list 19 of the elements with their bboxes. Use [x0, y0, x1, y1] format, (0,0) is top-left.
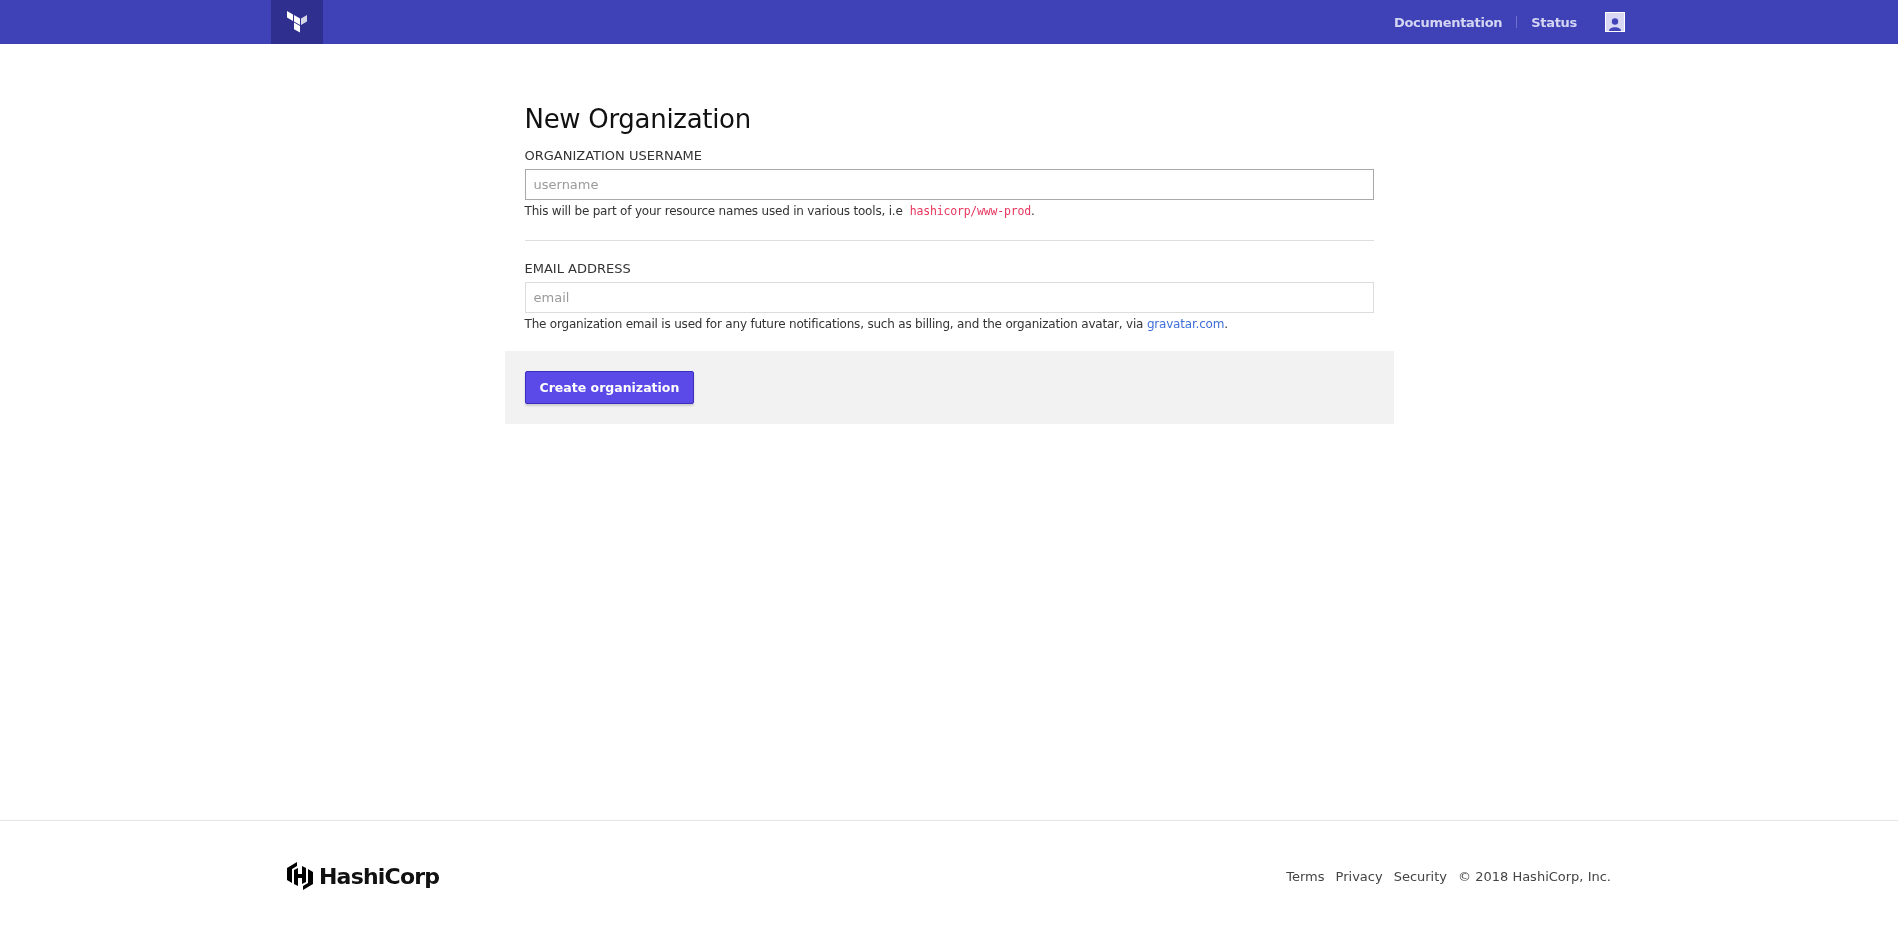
nav-link[interactable]: Documentation [1394, 14, 1503, 30]
field-hint: This will be part of your resource names used in various tools, i.e hashicorp/www-prod. [524, 204, 1036, 218]
field-hint: The organization email is used for any future notifications, such as billing, and the organization avatar, via gravatar.com. [524, 317, 1229, 331]
hashicorp-logo-icon [287, 862, 313, 890]
footer-link[interactable]: Security [1393, 868, 1448, 884]
nav-link[interactable]: Status [1531, 14, 1577, 30]
copyright-text: © 2018 HashiCorp, Inc. [1458, 868, 1611, 884]
logo-icon [287, 11, 307, 33]
brand-name: HashiCorp [319, 863, 440, 889]
page-title: New Organization [524, 104, 752, 134]
field-label: EMAIL ADDRESS [524, 261, 632, 276]
input-field[interactable]: username [524, 169, 1374, 200]
field-label: ORGANIZATION USERNAME [524, 148, 703, 163]
input-field[interactable]: email [524, 282, 1374, 313]
create-organization-button[interactable]: Create organization [524, 371, 695, 404]
logo-button[interactable] [271, 0, 323, 44]
user-avatar-button[interactable] [1605, 12, 1625, 32]
footer-link[interactable]: Privacy [1335, 868, 1383, 884]
footer-link[interactable]: Terms [1286, 868, 1325, 884]
